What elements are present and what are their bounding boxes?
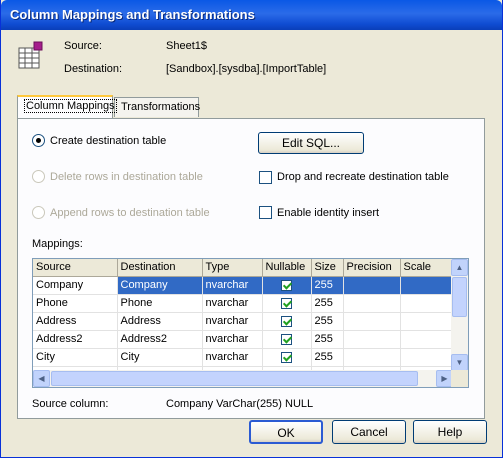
tab-transformations[interactable]: Transformations xyxy=(114,97,200,117)
cell-source: Address xyxy=(33,312,118,331)
cell-precision[interactable] xyxy=(343,312,401,331)
table-row[interactable]: Phone Phone nvarchar 255 xyxy=(33,294,454,313)
horizontal-scroll-thumb[interactable] xyxy=(51,371,418,386)
cell-type[interactable]: nvarchar xyxy=(202,294,263,313)
cell-destination[interactable]: Address xyxy=(117,312,203,331)
cell-nullable[interactable] xyxy=(262,294,312,313)
cell-source: Company xyxy=(33,276,118,295)
horizontal-scrollbar[interactable]: ◀ ▶ xyxy=(33,370,453,387)
col-header-destination[interactable]: Destination xyxy=(117,259,203,277)
table-row[interactable]: City City nvarchar 255 xyxy=(33,348,454,367)
vertical-scroll-thumb[interactable] xyxy=(452,277,467,317)
delete-rows-label: Delete rows in destination table xyxy=(50,171,203,183)
identity-insert-label[interactable]: Enable identity insert xyxy=(277,207,379,219)
col-header-scale[interactable]: Scale xyxy=(400,259,454,277)
table-row[interactable]: Company Company nvarchar 255 xyxy=(33,276,454,295)
cell-type[interactable]: nvarchar xyxy=(202,348,263,367)
drop-recreate-label[interactable]: Drop and recreate destination table xyxy=(277,171,449,183)
cell-nullable[interactable] xyxy=(262,276,312,295)
cell-size[interactable]: 255 xyxy=(311,294,344,313)
cell-nullable[interactable] xyxy=(262,330,312,349)
cell-destination[interactable]: Phone xyxy=(117,294,203,313)
scroll-down-icon[interactable]: ▼ xyxy=(451,354,468,371)
append-rows-label: Append rows to destination table xyxy=(50,207,210,219)
table-row[interactable]: Address Address nvarchar 255 xyxy=(33,312,454,331)
edit-sql-label: Edit SQL... xyxy=(281,136,341,150)
window-title: Column Mappings and Transformations xyxy=(10,7,255,22)
cell-precision[interactable] xyxy=(343,276,401,295)
dialog-window: Column Mappings and Transformations Sour… xyxy=(0,0,503,458)
table-row[interactable]: Address2 Address2 nvarchar 255 xyxy=(33,330,454,349)
cell-scale[interactable] xyxy=(400,348,454,367)
cell-nullable[interactable] xyxy=(262,348,312,367)
cell-source: Phone xyxy=(33,294,118,313)
cell-source: Address2 xyxy=(33,330,118,349)
cancel-button[interactable]: Cancel xyxy=(332,420,406,444)
cell-destination[interactable]: Address2 xyxy=(117,330,203,349)
cell-size[interactable]: 255 xyxy=(311,312,344,331)
cell-scale[interactable] xyxy=(400,312,454,331)
tab-column-mappings[interactable]: Column Mappings xyxy=(17,95,117,118)
cell-scale[interactable] xyxy=(400,276,454,295)
header-row: Source Destination Type Nullable Size Pr… xyxy=(33,259,454,277)
cell-size[interactable]: 255 xyxy=(311,276,344,295)
destination-value: [Sandbox].[sysdba].[ImportTable] xyxy=(166,63,327,75)
ok-label: OK xyxy=(277,426,295,440)
nullable-checkbox[interactable] xyxy=(281,297,292,309)
cell-precision[interactable] xyxy=(343,330,401,349)
cell-scale[interactable] xyxy=(400,330,454,349)
create-table-label[interactable]: Create destination table xyxy=(50,135,166,147)
tab-label: Column Mappings xyxy=(24,99,117,113)
cell-type[interactable]: nvarchar xyxy=(202,312,263,331)
cell-scale[interactable] xyxy=(400,294,454,313)
table-grid-icon xyxy=(18,41,43,69)
cell-source: City xyxy=(33,348,118,367)
cancel-label: Cancel xyxy=(350,425,388,439)
title-bar[interactable]: Column Mappings and Transformations xyxy=(1,0,502,30)
col-header-nullable[interactable]: Nullable xyxy=(262,259,312,277)
cell-size[interactable]: 255 xyxy=(311,348,344,367)
col-header-precision[interactable]: Precision xyxy=(343,259,401,277)
nullable-checkbox[interactable] xyxy=(281,333,292,345)
source-value: Sheet1$ xyxy=(166,40,207,52)
scroll-up-icon[interactable]: ▲ xyxy=(451,259,468,276)
identity-insert-checkbox[interactable] xyxy=(259,206,272,219)
col-header-size[interactable]: Size xyxy=(311,259,344,277)
help-button[interactable]: Help xyxy=(413,420,487,444)
nullable-checkbox[interactable] xyxy=(281,279,292,291)
mappings-grid[interactable]: Source Destination Type Nullable Size Pr… xyxy=(32,258,469,388)
create-table-radio[interactable] xyxy=(32,134,45,147)
cell-type[interactable]: nvarchar xyxy=(202,276,263,295)
mappings-label: Mappings: xyxy=(32,238,83,250)
drop-recreate-checkbox[interactable] xyxy=(259,171,272,184)
cell-nullable[interactable] xyxy=(262,312,312,331)
scrollbar-corner xyxy=(451,370,468,387)
cell-destination[interactable]: Company xyxy=(117,276,203,295)
col-header-source[interactable]: Source xyxy=(33,259,118,277)
vertical-scrollbar[interactable]: ▲ ▼ xyxy=(451,259,468,371)
ok-button[interactable]: OK xyxy=(249,420,323,444)
col-header-type[interactable]: Type xyxy=(202,259,263,277)
source-column-value: Company VarChar(255) NULL xyxy=(166,398,314,410)
nullable-checkbox[interactable] xyxy=(281,315,292,327)
cell-type[interactable]: nvarchar xyxy=(202,330,263,349)
edit-sql-button[interactable]: Edit SQL... xyxy=(258,132,364,154)
source-label: Source: xyxy=(64,40,102,52)
cell-size[interactable]: 255 xyxy=(311,330,344,349)
delete-rows-radio xyxy=(32,170,45,183)
nullable-checkbox[interactable] xyxy=(281,351,292,363)
mappings-table: Source Destination Type Nullable Size Pr… xyxy=(33,259,454,385)
cell-precision[interactable] xyxy=(343,348,401,367)
cell-destination[interactable]: City xyxy=(117,348,203,367)
destination-label: Destination: xyxy=(64,63,123,75)
append-rows-radio xyxy=(32,206,45,219)
source-column-label: Source column: xyxy=(32,398,109,410)
cell-precision[interactable] xyxy=(343,294,401,313)
help-label: Help xyxy=(437,425,463,439)
scroll-left-icon[interactable]: ◀ xyxy=(33,370,50,387)
